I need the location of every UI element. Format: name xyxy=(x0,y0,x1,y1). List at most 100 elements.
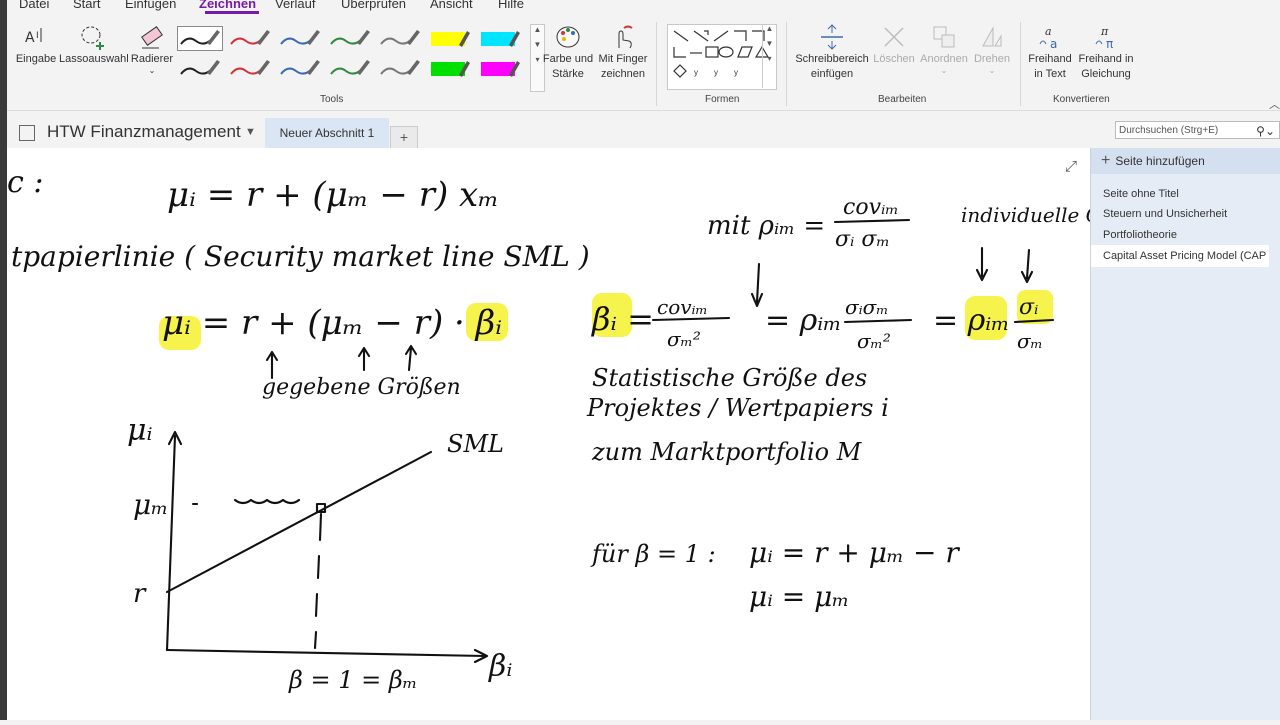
group-divider xyxy=(786,22,787,106)
page-item-portfoliotheorie[interactable]: Portfoliotheorie xyxy=(1103,229,1278,241)
pen-swatch[interactable] xyxy=(327,56,373,81)
pen-swatch[interactable] xyxy=(227,26,273,51)
pen-swatch[interactable] xyxy=(277,26,323,51)
plus-icon: + xyxy=(1101,152,1111,169)
search-placeholder: Durchsuchen (Strg+E) xyxy=(1119,125,1219,136)
delete-x-icon xyxy=(884,27,904,47)
expand-icon[interactable]: ⤢ xyxy=(1065,158,1077,175)
pen-swatch[interactable] xyxy=(427,56,473,81)
collapse-ribbon-icon[interactable]: ︿ xyxy=(1269,96,1280,112)
ink-stat-1: Statistische Größe des xyxy=(592,364,867,392)
add-page-label: Seite hinzufügen xyxy=(1115,154,1205,168)
ink-drawing: c : μᵢ = r + (μₘ − r) xₘ tpapierlinie ( … xyxy=(7,165,1161,694)
ink-mit-rho: mit ρᵢₘ = xyxy=(707,211,825,241)
pen-swatch[interactable] xyxy=(377,56,423,81)
ink-beta-i: βᵢ = xyxy=(591,300,654,338)
ink-to-math-icon: ππ xyxy=(1095,25,1113,50)
schreibbereich-einfuegen-button[interactable]: Schreibbereich einfügen xyxy=(794,24,870,82)
palette-icon xyxy=(556,26,580,48)
ink-sigma-m: σₘ xyxy=(1017,329,1043,353)
eraser-icon xyxy=(141,26,163,49)
pen-swatch[interactable] xyxy=(477,26,523,51)
freihand-in-gleichung-button[interactable]: ππ Freihand in Gleichung xyxy=(1075,24,1137,82)
ribbon: AI Eingabe Lassoauswahl Radierer ⌄ ▲ ▼ ▾… xyxy=(7,14,1280,111)
ink-mu-m-dash xyxy=(191,498,301,506)
mit-finger-zeichnen-button[interactable]: Mit Finger zeichnen xyxy=(594,24,652,82)
section-tab-neuer-abschnitt[interactable]: Neuer Abschnitt 1 xyxy=(265,118,389,151)
pen-swatch[interactable] xyxy=(277,56,323,81)
menu-einfuegen[interactable]: Einfügen xyxy=(125,0,176,11)
ink-dashed-vertical xyxy=(313,512,323,650)
notebook-title[interactable]: HTW Finanzmanagement xyxy=(47,122,241,142)
menu-start[interactable]: Start xyxy=(73,0,100,11)
chevron-down-icon: ⌄ xyxy=(148,66,156,75)
pen-swatch[interactable] xyxy=(177,26,223,51)
pen-swatch[interactable] xyxy=(177,56,223,81)
shapes-gallery[interactable]: yyy xyxy=(667,24,777,90)
freihand-in-text-button[interactable]: aa Freihand in Text xyxy=(1025,24,1075,82)
anordnen-button[interactable]: Anordnen ⌄ xyxy=(916,24,972,75)
freihand-gl-label-1: Freihand in xyxy=(1078,53,1134,65)
pen-swatch[interactable] xyxy=(327,26,373,51)
ink-x-axis xyxy=(165,648,489,664)
eingabe-button[interactable]: AI Eingabe xyxy=(13,24,59,67)
radierer-label: Radierer xyxy=(130,53,174,65)
menu-datei[interactable]: Datei xyxy=(19,0,49,11)
pen-swatch[interactable] xyxy=(477,56,523,81)
ink-cov-im-2: covᵢₘ xyxy=(657,295,708,319)
ink-sml-line xyxy=(165,450,433,594)
ink-eq-2: μᵢ = μₘ xyxy=(749,580,849,613)
pen-swatch[interactable] xyxy=(427,26,473,51)
freihand-text-label-1: Freihand xyxy=(1028,53,1072,65)
ink-eq-rho-2: = ρᵢₘ xyxy=(933,303,1010,338)
pen-swatch[interactable] xyxy=(377,26,423,51)
group-label-konvertieren: Konvertieren xyxy=(1053,94,1110,105)
search-icon: ⚲⌄ xyxy=(1256,124,1275,138)
page-item-seite-ohne-titel[interactable]: Seite ohne Titel xyxy=(1103,188,1278,200)
pen-swatch[interactable] xyxy=(227,56,273,81)
finger-label-1: Mit Finger xyxy=(598,53,648,65)
svg-text:y: y xyxy=(714,68,718,77)
page-item-steuern[interactable]: Steuern und Unsicherheit xyxy=(1103,208,1278,220)
ink-sigma-m-sq: σₘ² xyxy=(667,327,701,351)
svg-text:I: I xyxy=(36,31,39,41)
loeschen-label: Löschen xyxy=(873,53,915,65)
radierer-button[interactable]: Radierer ⌄ xyxy=(127,24,177,75)
lasso-button[interactable]: Lassoauswahl xyxy=(59,24,129,67)
chevron-down-icon: ⌄ xyxy=(988,66,996,75)
ink-stat-2: Projektes / Wertpapiers i xyxy=(586,394,889,422)
note-canvas[interactable]: c : μᵢ = r + (μₘ − r) xₘ tpapierlinie ( … xyxy=(7,148,1161,720)
ink-axis-y-label: μᵢ xyxy=(127,413,153,448)
shapes-icons: yyy xyxy=(673,30,770,78)
menu-ueberpruefen[interactable]: Überprüfen xyxy=(341,0,406,11)
search-input[interactable]: Durchsuchen (Strg+E) ⚲⌄ xyxy=(1115,121,1280,139)
ink-partial-colon: c : xyxy=(7,165,43,200)
arrange-icon xyxy=(933,26,955,48)
farbe-staerke-button[interactable]: Farbe und Stärke xyxy=(540,24,596,82)
menu-bar: Datei Start Einfügen Zeichnen Verlauf Üb… xyxy=(7,0,1280,14)
text-input-icon: AI xyxy=(25,28,42,46)
svg-text:π: π xyxy=(1106,37,1113,50)
freihand-text-label-2: in Text xyxy=(1034,68,1066,80)
farbe-label-2: Stärke xyxy=(552,68,584,80)
eingabe-label: Eingabe xyxy=(15,53,57,65)
add-section-button[interactable]: + xyxy=(390,126,418,150)
menu-ansicht[interactable]: Ansicht xyxy=(430,0,473,11)
svg-text:A: A xyxy=(25,30,35,46)
menu-verlauf[interactable]: Verlauf xyxy=(275,0,315,11)
menu-hilfe[interactable]: Hilfe xyxy=(498,0,524,11)
svg-text:y: y xyxy=(694,68,698,77)
notebook-icon xyxy=(19,125,35,141)
drehen-button[interactable]: Drehen ⌄ xyxy=(969,24,1015,75)
loeschen-button[interactable]: Löschen xyxy=(871,24,917,67)
ink-fuer-beta: für β = 1 : xyxy=(590,540,716,568)
menu-zeichnen[interactable]: Zeichnen xyxy=(199,0,256,11)
page-item-capm[interactable]: Capital Asset Pricing Model (CAP xyxy=(1091,245,1269,267)
drehen-label: Drehen xyxy=(973,53,1011,65)
add-page-button[interactable]: + Seite hinzufügen xyxy=(1091,148,1280,174)
chevron-up-icon: ▲ xyxy=(765,24,774,33)
ink-eq-1: μᵢ = r + μₘ − r xyxy=(749,536,960,569)
chevron-down-icon[interactable]: ▼ xyxy=(245,126,256,138)
rotate-icon xyxy=(982,26,1002,47)
shapes-scroll[interactable]: ▲ ▼ ▾ xyxy=(762,24,776,88)
